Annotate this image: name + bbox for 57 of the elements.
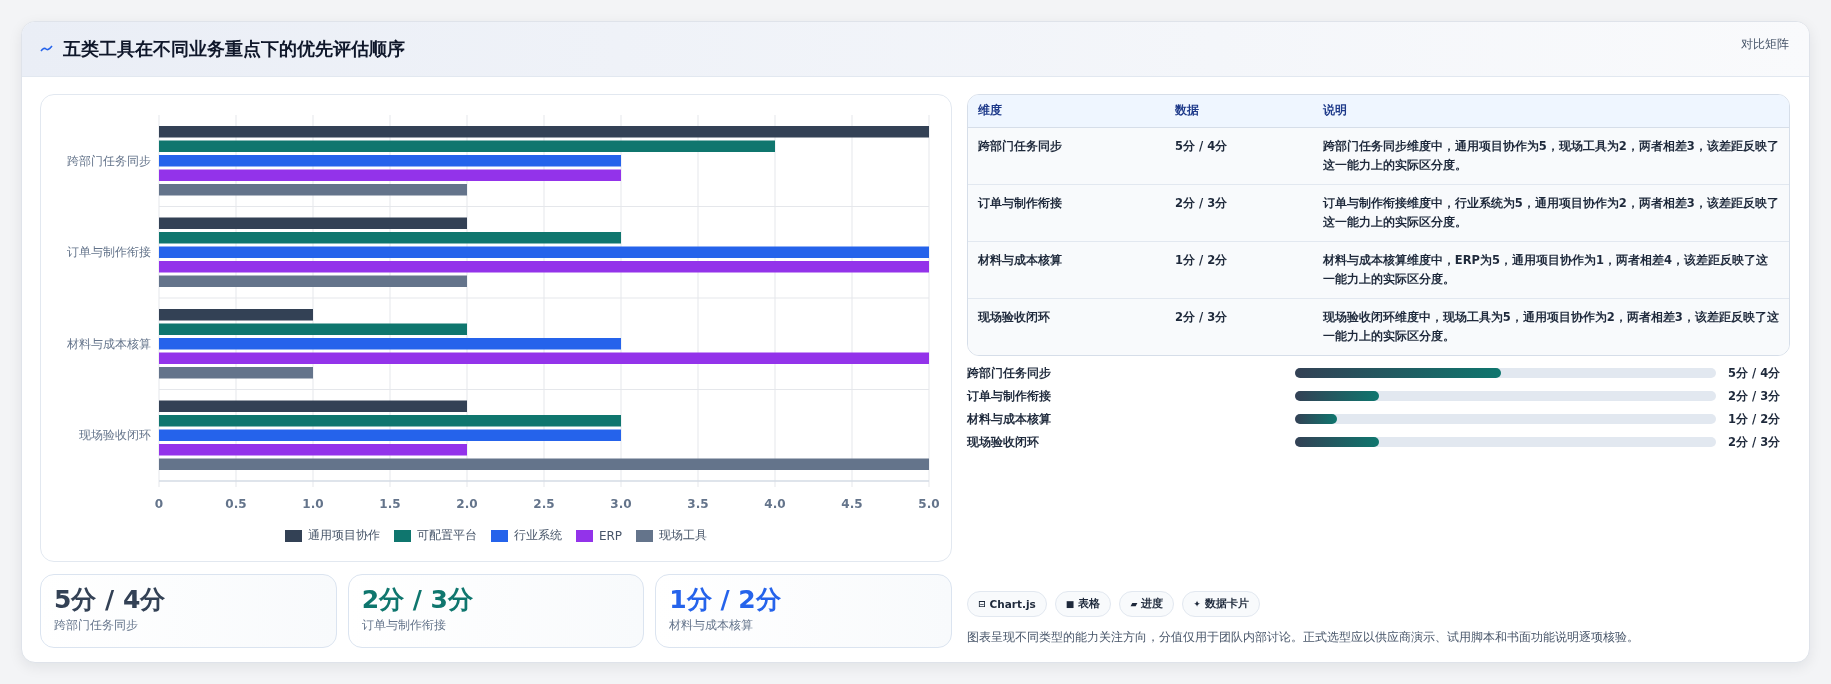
axis-tick-label: 0: [154, 497, 164, 511]
tag-chip[interactable]: ■ 表格: [1054, 591, 1112, 617]
progress-reading: 5分 / 4分: [1728, 365, 1782, 381]
progress-label: 现场验收闭环: [967, 434, 1040, 450]
legend-item[interactable]: ERP: [575, 527, 623, 544]
tag-chip[interactable]: ✦ 数据卡片: [1182, 591, 1260, 617]
progress-label: 订单与制作衔接: [967, 388, 1052, 404]
footnote: 图表呈现不同类型的能力关注方向，分值仅用于团队内部讨论。正式选型应以供应商演示、试用脚本和书面功能说明逐项核验。: [967, 629, 1640, 646]
axis-tick-label: 0.5: [225, 497, 247, 511]
table-cell: 2分 / 3分: [1165, 184, 1313, 241]
axis-tick-label: 4.5: [841, 497, 863, 511]
stat-value: 5分 / 4分: [54, 584, 167, 616]
axis-tick-label: 3.5: [687, 497, 709, 511]
tag-chip[interactable]: ▰ 进度: [1119, 591, 1175, 617]
tag-chip[interactable]: ⊟ Chart.js: [967, 591, 1047, 617]
table-cell: 5分 / 4分: [1165, 127, 1313, 184]
axis-tick-label: 2.0: [456, 497, 478, 511]
stat-label: 跨部门任务同步: [54, 617, 139, 634]
table-cell: 订单与制作衔接: [968, 184, 1166, 241]
column-header: 数据: [1165, 95, 1313, 127]
table-cell: 现场验收闭环: [968, 298, 1166, 355]
column-header: 说明: [1312, 95, 1789, 127]
stat-label: 材料与成本核算: [669, 617, 755, 634]
category-label: 订单与制作衔接: [67, 245, 151, 260]
legend-item[interactable]: 行业系统: [490, 527, 562, 544]
table-cell: 材料与成本核算维度中，ERP为5，通用项目协作为1，两者相差4，该差距反映了这一能力上的实际区分度。: [1312, 241, 1789, 298]
panel-title: 五类工具在不同业务重点下的优先评估顺序: [63, 37, 405, 61]
legend-item[interactable]: 通用项目协作: [284, 527, 380, 544]
table-cell: 1分 / 2分: [1165, 241, 1313, 298]
table-cell: 跨部门任务同步维度中，通用项目协作为5，现场工具为2，两者相差3，该差距反映了这一能力上的实际区分度。: [1312, 127, 1789, 184]
axis-tick-label: 4.0: [764, 497, 786, 511]
column-header: 维度: [968, 95, 1166, 127]
axis-tick-label: 3.0: [610, 497, 632, 511]
category-label: 材料与成本核算: [67, 336, 151, 351]
matrix-link[interactable]: 对比矩阵: [1741, 36, 1789, 53]
progress-label: 跨部门任务同步: [967, 365, 1052, 381]
category-label: 跨部门任务同步: [67, 153, 151, 168]
table-cell: 跨部门任务同步: [968, 127, 1166, 184]
progress-reading: 1分 / 2分: [1728, 411, 1782, 427]
table-cell: 订单与制作衔接维度中，行业系统为5，通用项目协作为2，两者相差3，该差距反映了这一能力上的实际区分度。: [1312, 184, 1789, 241]
category-label: 现场验收闭环: [79, 428, 151, 443]
axis-tick-label: 2.5: [533, 497, 555, 511]
legend-item[interactable]: 可配置平台: [393, 527, 477, 544]
wave-icon: [40, 45, 53, 53]
stat-label: 订单与制作衔接: [361, 617, 447, 634]
progress-label: 材料与成本核算: [967, 411, 1052, 427]
table-cell: 材料与成本核算: [968, 241, 1166, 298]
progress-reading: 2分 / 3分: [1728, 388, 1782, 404]
legend-item[interactable]: 现场工具: [636, 527, 708, 544]
progress-reading: 2分 / 3分: [1728, 434, 1782, 450]
axis-tick-label: 1.5: [379, 497, 401, 511]
axis-tick-label: 5.0: [918, 497, 940, 511]
table-cell: 2分 / 3分: [1165, 298, 1313, 355]
axis-tick-label: 1.0: [302, 497, 324, 511]
table-cell: 现场验收闭环维度中，现场工具为5，通用项目协作为2，两者相差3，该差距反映了这一能力上的实际区分度。: [1312, 298, 1789, 355]
stat-value: 1分 / 2分: [669, 584, 782, 616]
stat-value: 2分 / 3分: [361, 584, 474, 616]
